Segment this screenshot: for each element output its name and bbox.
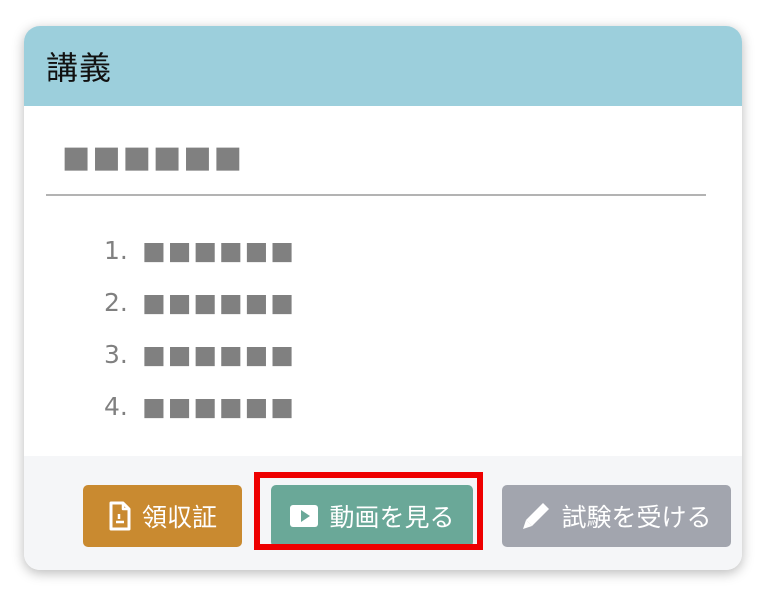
lesson-title: ■■■■■■ [142, 287, 296, 317]
lesson-number: 1. [104, 235, 128, 265]
lesson-number: 4. [104, 391, 128, 421]
highlight-box [254, 472, 483, 550]
lesson-number: 3. [104, 339, 128, 369]
list-item: 2. ■■■■■■ [104, 276, 296, 328]
receipt-button-label: 領収証 [141, 503, 217, 532]
document-icon [108, 501, 132, 531]
lesson-list: 1. ■■■■■■ 2. ■■■■■■ 3. ■■■■■■ 4. ■■■■■■ [104, 224, 296, 432]
lesson-title: ■■■■■■ [142, 391, 296, 421]
lecture-subtitle: ■■■■■■ [62, 140, 245, 175]
divider [46, 194, 706, 196]
card-title: 講義 [46, 49, 113, 87]
lesson-number: 2. [104, 287, 128, 317]
list-item: 1. ■■■■■■ [104, 224, 296, 276]
take-exam-button-label: 試験を受ける [561, 503, 712, 532]
list-item: 3. ■■■■■■ [104, 328, 296, 380]
list-item: 4. ■■■■■■ [104, 380, 296, 432]
pencil-icon [521, 501, 551, 531]
card-header: 講義 [24, 26, 742, 106]
card-body: ■■■■■■ 1. ■■■■■■ 2. ■■■■■■ 3. ■■■■■■ 4. … [24, 106, 742, 456]
receipt-button[interactable]: 領収証 [83, 485, 242, 547]
lesson-title: ■■■■■■ [142, 235, 296, 265]
lesson-title: ■■■■■■ [142, 339, 296, 369]
take-exam-button[interactable]: 試験を受ける [502, 485, 731, 547]
